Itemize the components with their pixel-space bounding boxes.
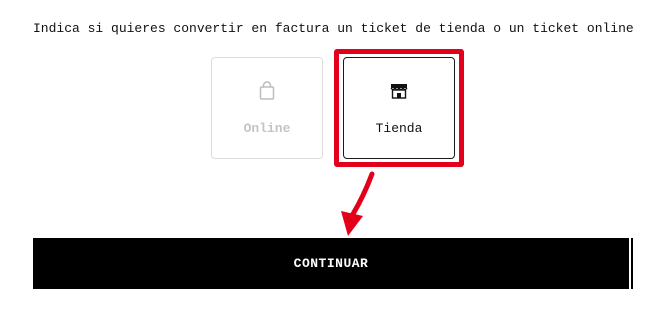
store-icon (389, 80, 409, 102)
shopping-bag-icon (257, 80, 277, 102)
ticket-type-prompt: Indica si quieres convertir en factura u… (33, 21, 634, 36)
option-tienda[interactable]: Tienda (343, 57, 455, 159)
option-tienda-label: Tienda (375, 121, 423, 136)
continue-button[interactable]: CONTINUAR (33, 238, 631, 289)
option-online[interactable]: Online (211, 57, 323, 159)
invoice-ticket-type-page: Indica si quieres convertir en factura u… (0, 0, 656, 327)
option-online-label: Online (243, 121, 291, 136)
